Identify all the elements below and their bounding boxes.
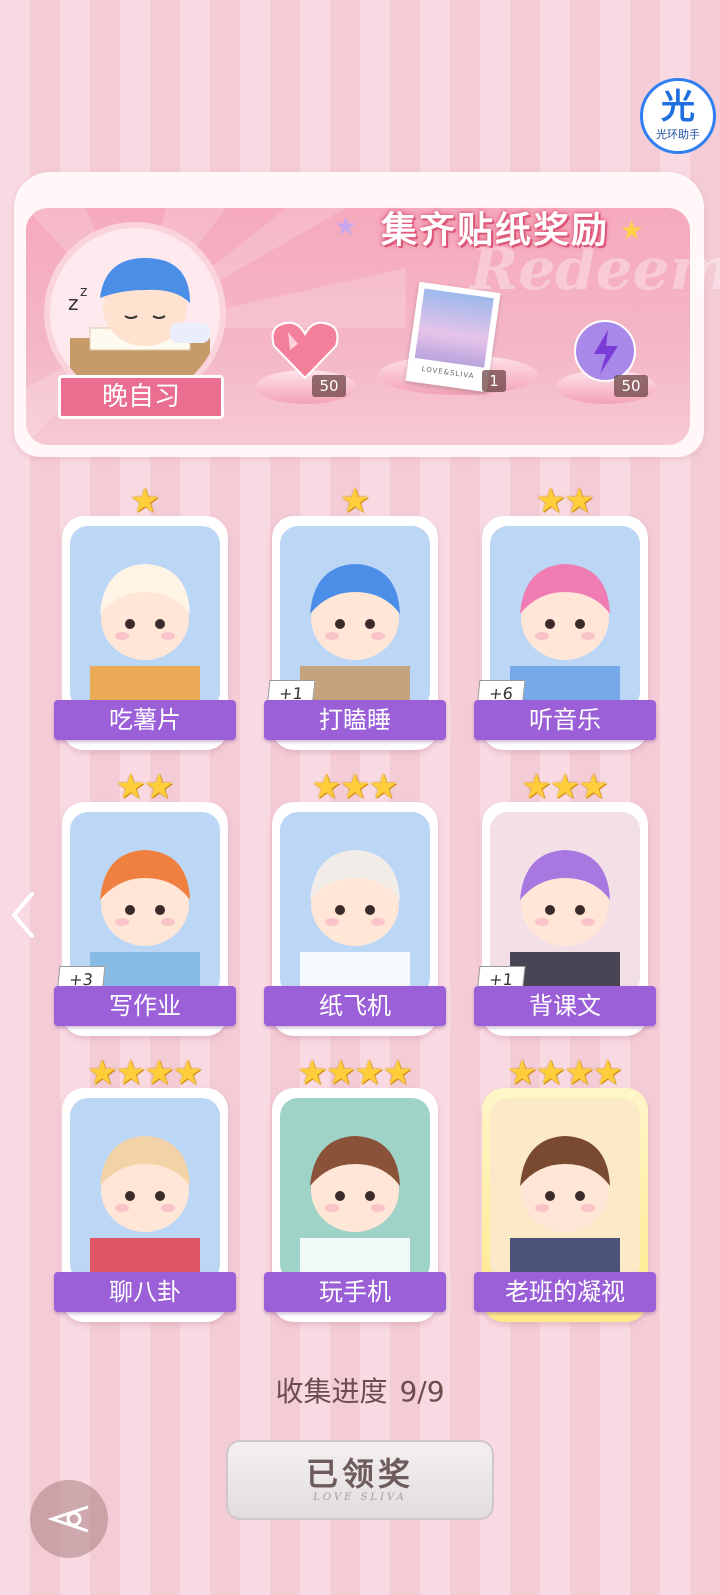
sticker-label: 背课文 — [474, 986, 656, 1026]
purple-star-icon: ★ — [334, 212, 358, 242]
star-rating: ★ ★ ★ — [482, 770, 648, 804]
helper-badge-label: 光环助手 — [656, 128, 700, 141]
dog-watermelon-icon — [70, 1098, 220, 1282]
star-icon: ★ — [172, 1053, 203, 1093]
sticker-card[interactable]: ★ ★ +3 写作业 — [54, 770, 236, 1036]
star-icon: ★ — [382, 1053, 413, 1093]
star-rating: ★ — [272, 484, 438, 518]
progress-label: 收集进度 — [275, 1375, 388, 1408]
reward-banner-title: 集齐贴纸奖励 — [380, 210, 609, 251]
sticker-label: 写作业 — [54, 986, 236, 1026]
back-button[interactable] — [30, 1480, 108, 1558]
star-icon: ★ — [144, 767, 175, 807]
teacher-gaze-icon — [490, 1098, 640, 1282]
girl-phone-icon — [280, 1098, 430, 1282]
helper-badge-glyph: 光 — [661, 87, 695, 127]
star-rating: ★ ★ ★ ★ — [272, 1056, 438, 1090]
previous-page-arrow-icon[interactable] — [8, 890, 38, 940]
star-rating: ★ ★ ★ — [272, 770, 438, 804]
sticker-label: 吃薯片 — [54, 700, 236, 740]
star-icon: ★ — [535, 481, 566, 521]
reward-avatar-tag: 晚自习 — [58, 375, 224, 419]
progress-value: 9/9 — [399, 1375, 445, 1408]
sticker-label: 打瞌睡 — [264, 700, 446, 740]
star-rating: ★ ★ ★ ★ — [62, 1056, 228, 1090]
star-icon: ★ — [87, 1053, 118, 1093]
star-rating: ★ — [62, 484, 228, 518]
reward-count-photo: 1 — [482, 370, 506, 392]
star-rating: ★ ★ — [482, 484, 648, 518]
star-icon: ★ — [507, 1053, 538, 1093]
sticker-card[interactable]: ★ +1 打瞌睡 — [264, 484, 446, 750]
sticker-card[interactable]: ★ ★ ★ +1 背课文 — [474, 770, 656, 1036]
svg-text:z: z — [68, 291, 79, 315]
cat-paper-plane-icon — [280, 812, 430, 996]
star-icon: ★ — [297, 1053, 328, 1093]
sticker-label: 老班的凝视 — [474, 1272, 656, 1312]
star-icon: ★ — [521, 767, 552, 807]
reward-count-orb: 50 — [614, 375, 648, 397]
cat-eating-chips-icon — [70, 526, 220, 710]
sticker-card[interactable]: ★ ★ ★ ★ 老班的凝视 — [474, 1056, 656, 1322]
star-icon: ★ — [311, 767, 342, 807]
star-icon: ★ — [325, 1053, 356, 1093]
sticker-label: 听音乐 — [474, 700, 656, 740]
sticker-card[interactable]: ★ ★ ★ ★ 聊八卦 — [54, 1056, 236, 1322]
helper-badge[interactable]: 光 光环助手 — [640, 78, 716, 154]
star-icon: ★ — [549, 767, 581, 807]
sticker-card[interactable]: ★ 吃薯片 — [54, 484, 236, 750]
star-icon: ★ — [564, 481, 595, 521]
star-icon: ★ — [535, 1053, 566, 1093]
star-icon: ★ — [592, 1053, 623, 1093]
star-icon: ★ — [129, 481, 161, 521]
star-icon: ★ — [564, 1053, 595, 1093]
sticker-label: 纸飞机 — [264, 986, 446, 1026]
collection-progress: 收集进度 9/9 — [0, 1370, 720, 1410]
star-icon: ★ — [578, 767, 609, 807]
sticker-card[interactable]: ★ ★ ★ ★ 玩手机 — [264, 1056, 446, 1322]
sleeping-boy-icon: z z — [68, 258, 210, 388]
claimed-button-label: 已领奖 — [305, 1454, 414, 1493]
star-icon: ★ — [339, 481, 371, 521]
star-icon: ★ — [115, 767, 146, 807]
sticker-label: 聊八卦 — [54, 1272, 236, 1312]
star-icon: ★ — [339, 767, 371, 807]
star-rating: ★ ★ — [62, 770, 228, 804]
star-icon: ★ — [354, 1053, 385, 1093]
star-icon: ★ — [115, 1053, 146, 1093]
sticker-label: 玩手机 — [264, 1272, 446, 1312]
star-rating: ★ ★ ★ ★ — [482, 1056, 648, 1090]
reward-count-heart: 50 — [312, 375, 346, 397]
star-icon: ★ — [368, 767, 399, 807]
heart-gem-icon — [268, 318, 342, 382]
claimed-button[interactable]: 已领奖 LOVE SLIVA — [226, 1440, 494, 1520]
svg-text:z: z — [80, 284, 87, 300]
claimed-button-sub: LOVE SLIVA — [313, 1492, 407, 1504]
back-arrow-icon — [47, 1505, 89, 1533]
sticker-card[interactable]: ★ ★ ★ 纸飞机 — [264, 770, 446, 1036]
sticker-card[interactable]: ★ ★ +6 听音乐 — [474, 484, 656, 750]
star-icon: ★ — [144, 1053, 175, 1093]
